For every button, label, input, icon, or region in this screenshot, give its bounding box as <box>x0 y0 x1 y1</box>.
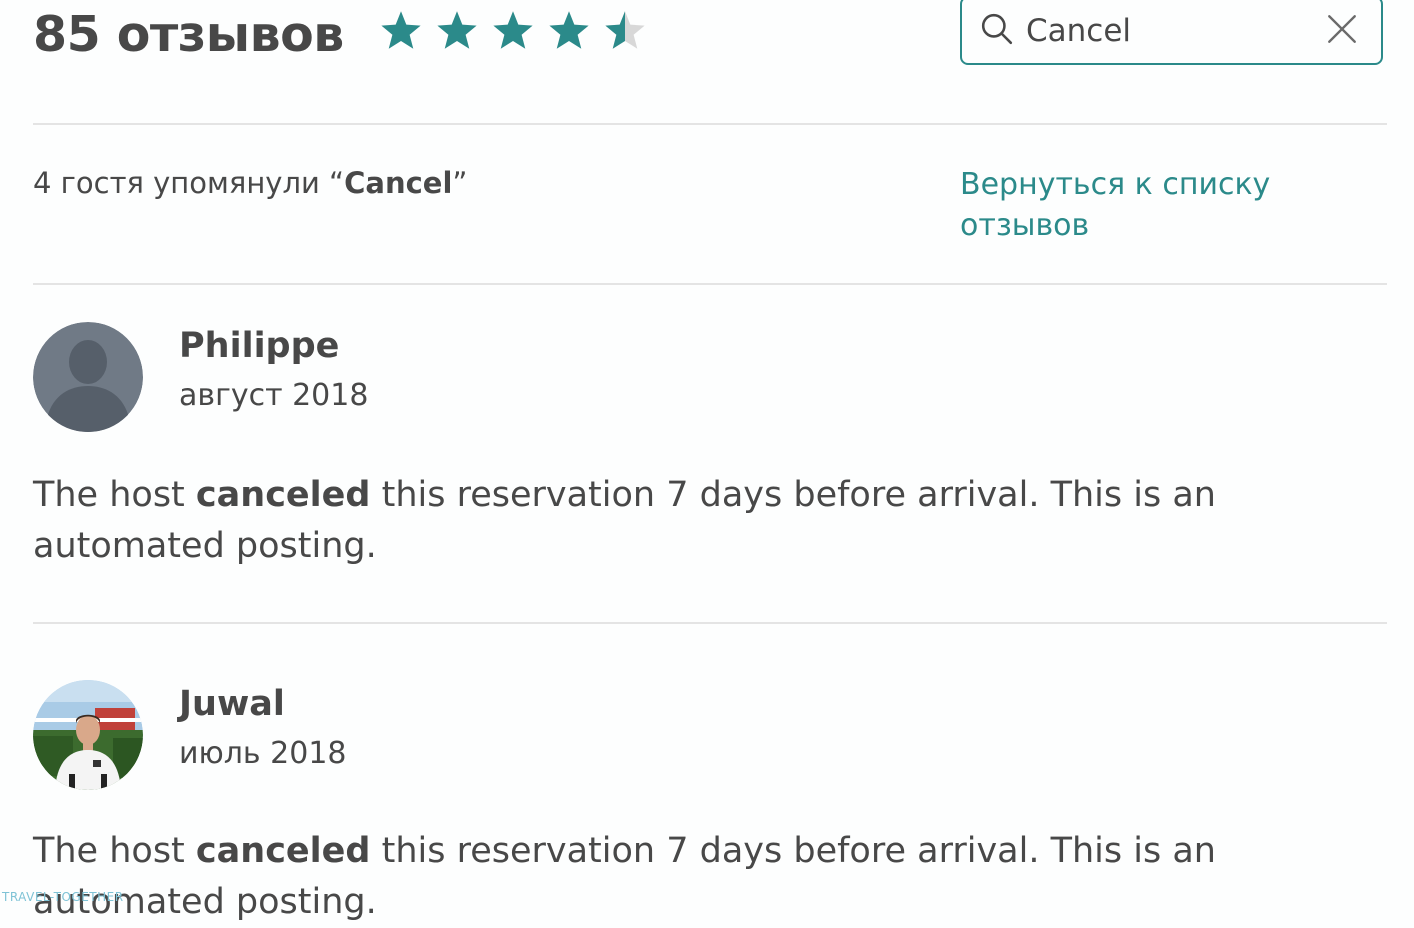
half-star-icon <box>605 11 645 49</box>
search-results-summary: 4 гостя упомянули “Cancel” <box>33 166 467 200</box>
rating-stars <box>379 8 647 58</box>
search-icon <box>981 13 1013 45</box>
close-icon[interactable] <box>1325 12 1359 46</box>
review-count: 85 отзывов <box>33 6 344 63</box>
review-item: Philippe август 2018 The host canceled t… <box>33 322 1387 582</box>
watermark-text: TRAVEL-TOGETHER <box>2 890 124 904</box>
star-icon <box>493 11 533 49</box>
back-to-reviews-link[interactable]: Вернуться к списку отзывов <box>960 164 1320 246</box>
default-user-avatar-icon <box>33 322 143 432</box>
review-text-before: The host <box>33 475 196 515</box>
summary-prefix: 4 гостя упомянули “ <box>33 166 345 200</box>
avatar[interactable] <box>33 680 143 790</box>
summary-keyword: Cancel <box>344 166 453 200</box>
avatar[interactable] <box>33 322 143 432</box>
reviewer-name[interactable]: Philippe <box>179 326 339 366</box>
divider <box>33 622 1387 624</box>
summary-suffix: ” <box>452 166 468 200</box>
review-text: The host canceled this reservation 7 day… <box>33 470 1353 572</box>
search-input[interactable] <box>1026 6 1316 56</box>
star-icon <box>381 11 421 49</box>
review-text-highlight: canceled <box>195 831 371 871</box>
review-text-highlight: canceled <box>195 475 371 515</box>
photo-avatar-icon <box>33 680 143 790</box>
review-item: Juwal июль 2018 The host canceled this r… <box>33 680 1387 922</box>
reviewer-name[interactable]: Juwal <box>179 684 285 724</box>
review-date: август 2018 <box>179 378 369 413</box>
star-icon <box>549 11 589 49</box>
divider <box>33 283 1387 285</box>
review-date: июль 2018 <box>179 736 347 771</box>
star-icon <box>437 11 477 49</box>
divider <box>33 123 1387 125</box>
review-search-box[interactable] <box>960 0 1383 65</box>
review-text-before: The host <box>33 831 196 871</box>
reviews-header: 85 отзывов <box>33 0 1387 124</box>
